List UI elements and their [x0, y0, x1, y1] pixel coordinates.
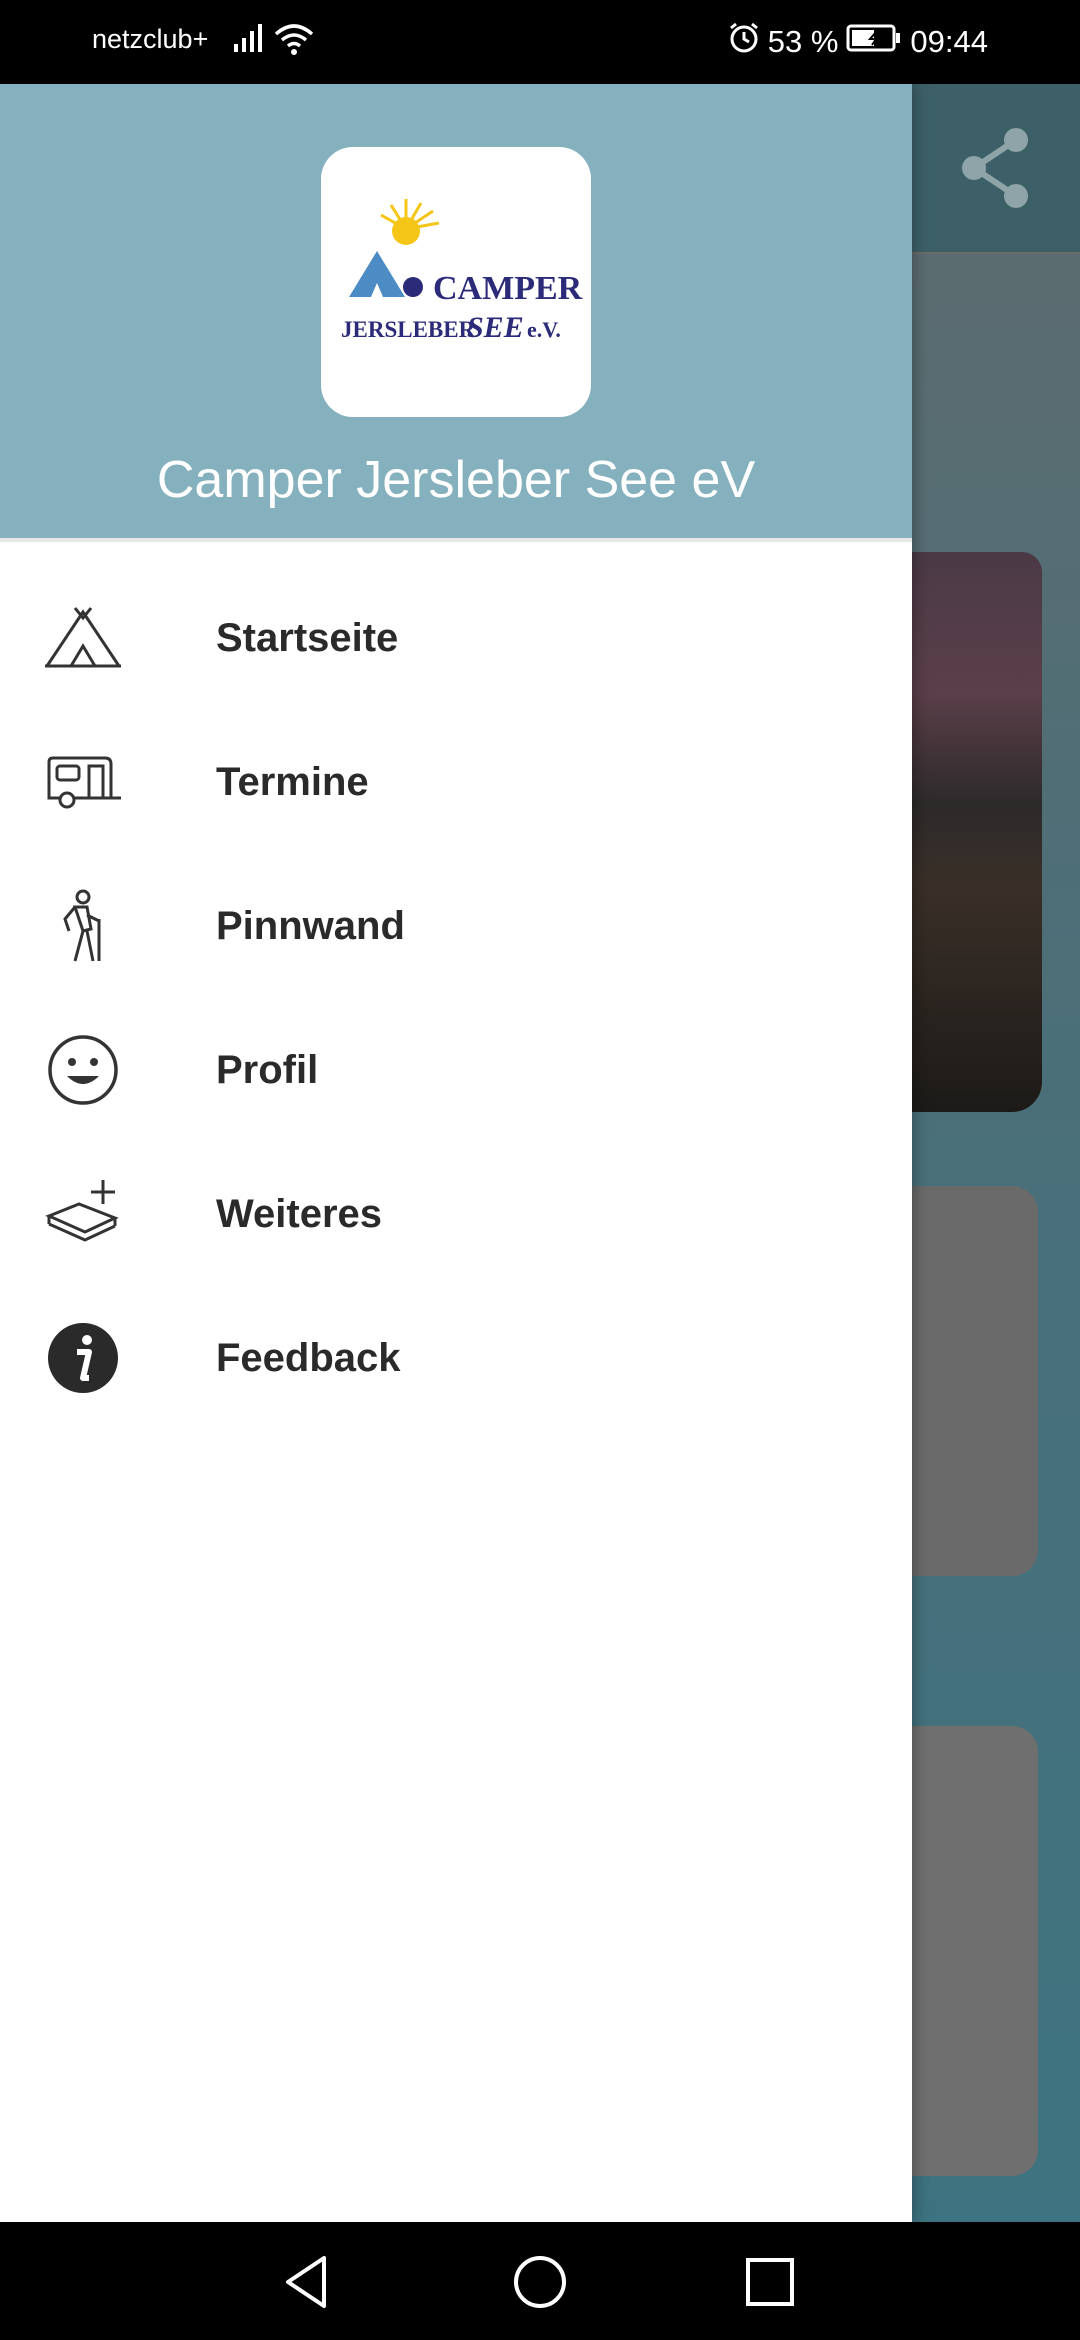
home-button[interactable] — [510, 2252, 570, 2312]
menu-item-weiteres[interactable]: Weiteres — [0, 1142, 912, 1286]
drawer-title: Camper Jersleber See eV — [156, 451, 756, 509]
drawer-menu: Startseite Termine Pinnwand Profil Weite… — [0, 566, 912, 1430]
battery-icon — [846, 24, 902, 60]
menu-item-label: Feedback — [216, 1335, 401, 1380]
carrier-name: netzclub+ — [92, 24, 209, 54]
menu-item-label: Weiteres — [216, 1191, 383, 1236]
logo-text-line1: CAMPER — [433, 270, 583, 307]
back-button[interactable] — [278, 2252, 338, 2312]
clock: 09:44 — [910, 24, 988, 59]
wifi-icon — [274, 22, 314, 64]
logo-text-ev: e.V. — [527, 317, 561, 342]
menu-item-profil[interactable]: Profil — [0, 998, 912, 1142]
tent-icon — [44, 602, 122, 674]
menu-item-label: Termine — [216, 759, 369, 804]
status-bar: netzclub+ 53 % 09:44 — [0, 0, 1080, 84]
share-icon[interactable] — [956, 126, 1036, 215]
logo-text-see: SEE — [467, 311, 524, 344]
menu-item-feedback[interactable]: Feedback — [0, 1286, 912, 1430]
club-logo: CAMPER JERSLEBER SEE e.V. — [321, 147, 591, 417]
layers-plus-icon — [44, 1178, 122, 1250]
info-icon — [44, 1322, 122, 1394]
navigation-drawer: CAMPER JERSLEBER SEE e.V. Camper Jersleb… — [0, 84, 912, 2222]
caravan-icon — [44, 746, 122, 818]
alarm-icon — [728, 22, 760, 62]
menu-item-startseite[interactable]: Startseite — [0, 566, 912, 710]
battery-percent: 53 % — [767, 24, 839, 59]
smiley-icon — [44, 1034, 122, 1106]
drawer-header: CAMPER JERSLEBER SEE e.V. Camper Jersleb… — [0, 84, 912, 538]
recents-button[interactable] — [740, 2252, 800, 2312]
menu-item-termine[interactable]: Termine — [0, 710, 912, 854]
header-divider — [0, 538, 912, 542]
system-navigation-bar — [0, 2222, 1080, 2340]
logo-text-line2: JERSLEBER — [341, 317, 476, 342]
menu-item-label: Profil — [216, 1047, 319, 1092]
menu-item-label: Startseite — [216, 615, 399, 660]
signal-icon — [232, 22, 266, 62]
menu-item-pinnwand[interactable]: Pinnwand — [0, 854, 912, 998]
hiker-icon — [44, 889, 122, 962]
menu-item-label: Pinnwand — [216, 903, 405, 948]
